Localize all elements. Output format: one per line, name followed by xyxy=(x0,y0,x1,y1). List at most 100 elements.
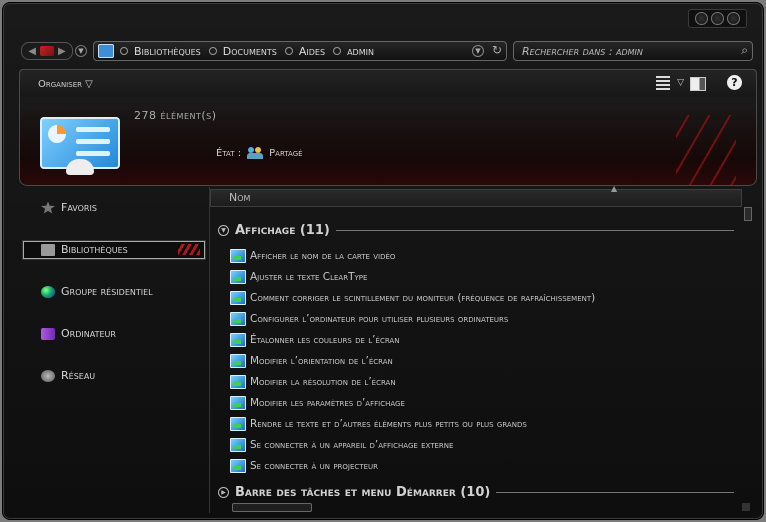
address-dropdown-icon[interactable]: ▼ xyxy=(472,45,484,57)
minimize-button[interactable] xyxy=(695,12,708,25)
breadcrumb-documents[interactable]: Documents xyxy=(208,45,277,58)
group-title[interactable]: Affichage (11) xyxy=(235,223,330,238)
group-divider xyxy=(335,230,734,231)
list-item-label[interactable]: Afficher le nom de la carte vidéo xyxy=(250,250,395,262)
list-item-label[interactable]: Se connecter à un appareil d’affichage e… xyxy=(250,439,453,451)
list-item[interactable]: Modifier les paramètres d’affichage xyxy=(230,396,405,410)
group-header-affichage[interactable]: ▼ Affichage (11) xyxy=(218,223,734,238)
list-item[interactable]: Afficher le nom de la carte vidéo xyxy=(230,249,395,263)
sidebar-item-favoris[interactable]: Favoris xyxy=(41,201,97,214)
computer-icon xyxy=(41,327,55,340)
list-item-label[interactable]: Comment corriger le scintillement du mon… xyxy=(250,292,595,304)
column-header-label[interactable]: Nom xyxy=(229,191,250,204)
scrollbar-thumb[interactable] xyxy=(744,207,752,221)
breadcrumb-separator-icon xyxy=(208,47,217,55)
list-item[interactable]: Ajuster le texte ClearType xyxy=(230,270,367,284)
search-box[interactable]: ⌕ xyxy=(513,41,753,61)
display-settings-icon xyxy=(230,396,246,410)
maximize-button[interactable] xyxy=(711,12,724,25)
display-settings-icon xyxy=(230,270,246,284)
group-title[interactable]: Barre des tâches et menu Démarrer (10) xyxy=(235,485,490,500)
display-settings-icon xyxy=(230,291,246,305)
list-item-label[interactable]: Ajuster le texte ClearType xyxy=(250,271,367,283)
list-item[interactable]: Étalonner les couleurs de l’écran xyxy=(230,333,399,347)
search-input[interactable] xyxy=(520,43,724,60)
chevron-down-icon[interactable]: ▽ xyxy=(85,79,93,90)
list-item-label[interactable]: Rendre le texte et d’autres éléments plu… xyxy=(250,418,527,430)
display-settings-icon xyxy=(230,354,246,368)
list-item[interactable]: Configurer l’ordinateur pour utiliser pl… xyxy=(230,312,508,326)
shared-users-icon xyxy=(247,147,264,159)
sidebar-item-label: Bibliothèques xyxy=(61,243,128,256)
list-item[interactable]: Se connecter à un appareil d’affichage e… xyxy=(230,438,453,452)
back-forward-buttons[interactable]: ◀ ▶ xyxy=(21,42,73,60)
sidebar-item-label: Groupe résidentiel xyxy=(61,285,153,298)
network-icon xyxy=(41,369,55,382)
list-item-label[interactable]: Modifier l’orientation de l’écran xyxy=(250,355,393,367)
recent-pages-dropdown-icon[interactable]: ▼ xyxy=(75,45,87,57)
breadcrumb-aides[interactable]: Aides xyxy=(284,45,325,58)
sort-caret-icon: ▲ xyxy=(611,184,618,193)
display-settings-icon xyxy=(230,417,246,431)
display-settings-icon xyxy=(230,459,246,473)
breadcrumb-label[interactable]: Bibliothèques xyxy=(134,45,201,58)
address-bar[interactable]: Bibliothèques Documents Aides admin ▼ ↻ xyxy=(93,41,507,61)
sharing-state: État : Partagé xyxy=(216,147,303,159)
display-settings-icon xyxy=(230,333,246,347)
expand-icon[interactable]: ▶ xyxy=(218,487,229,498)
control-panel-icon xyxy=(40,117,120,175)
display-settings-icon xyxy=(230,438,246,452)
breadcrumb-label[interactable]: Documents xyxy=(223,45,277,58)
list-item[interactable]: Comment corriger le scintillement du mon… xyxy=(230,291,595,305)
collapse-icon[interactable]: ▼ xyxy=(218,225,229,236)
breadcrumb-admin[interactable]: admin xyxy=(333,45,374,58)
library-header: 278 élément(s) État : Partagé xyxy=(19,97,757,186)
breadcrumb-label[interactable]: Aides xyxy=(299,45,325,58)
list-item-label[interactable]: Configurer l’ordinateur pour utiliser pl… xyxy=(250,313,508,325)
column-header-name[interactable]: Nom ▲ xyxy=(210,184,742,207)
homegroup-icon xyxy=(41,285,55,298)
breadcrumb-separator-icon xyxy=(284,47,293,55)
navigation-pane: Favoris Bibliothèques Groupe résidentiel… xyxy=(19,187,207,513)
view-dropdown-icon[interactable]: ▽ xyxy=(677,78,684,88)
list-item-label[interactable]: Modifier la résolution de l’écran xyxy=(250,376,396,388)
list-item[interactable]: Rendre le texte et d’autres éléments plu… xyxy=(230,417,527,431)
preview-pane-icon[interactable] xyxy=(690,77,706,91)
list-item-label[interactable]: Modifier les paramètres d’affichage xyxy=(250,397,405,409)
location-icon xyxy=(98,44,114,58)
organise-menu[interactable]: Organiser ▽ xyxy=(38,79,93,90)
sidebar-item-label: Réseau xyxy=(61,369,96,382)
view-details-icon[interactable] xyxy=(656,76,670,90)
refresh-icon[interactable]: ↻ xyxy=(492,43,502,57)
scrollbar-corner xyxy=(742,503,750,511)
sidebar-item-label: Ordinateur xyxy=(61,327,116,340)
vertical-scrollbar[interactable] xyxy=(744,207,752,507)
sidebar-item-reseau[interactable]: Réseau xyxy=(41,369,95,382)
group-divider xyxy=(496,492,734,493)
list-item-label[interactable]: Se connecter à un projecteur xyxy=(250,460,378,472)
organise-label[interactable]: Organiser xyxy=(38,79,82,90)
close-button[interactable] xyxy=(727,12,740,25)
sidebar-item-bibliotheques[interactable]: Bibliothèques xyxy=(41,243,128,256)
help-icon[interactable]: ? xyxy=(727,75,742,90)
display-settings-icon xyxy=(230,249,246,263)
library-icon xyxy=(41,243,55,256)
search-icon[interactable]: ⌕ xyxy=(741,43,748,58)
horizontal-scrollbar[interactable] xyxy=(232,503,312,512)
sidebar-item-ordinateur[interactable]: Ordinateur xyxy=(41,327,116,340)
group-header-barre-des-taches[interactable]: ▶ Barre des tâches et menu Démarrer (10) xyxy=(218,485,734,500)
list-item[interactable]: Se connecter à un projecteur xyxy=(230,459,378,473)
list-item-label[interactable]: Étalonner les couleurs de l’écran xyxy=(250,334,399,346)
list-item[interactable]: Modifier l’orientation de l’écran xyxy=(230,354,393,368)
list-item[interactable]: Modifier la résolution de l’écran xyxy=(230,375,396,389)
sidebar-item-groupe-residentiel[interactable]: Groupe résidentiel xyxy=(41,285,153,298)
breadcrumb-label[interactable]: admin xyxy=(347,45,374,58)
display-settings-icon xyxy=(230,312,246,326)
decorative-claw-marks xyxy=(676,115,736,185)
back-arrow-icon[interactable]: ◀ xyxy=(28,46,36,57)
forward-arrow-icon[interactable]: ▶ xyxy=(58,46,66,57)
breadcrumb-separator-icon xyxy=(333,47,342,55)
breadcrumb-separator-icon xyxy=(120,47,128,55)
file-list: Nom ▲ ▼ Affichage (11) Afficher le nom d… xyxy=(209,184,754,513)
breadcrumb-bibliotheques[interactable]: Bibliothèques xyxy=(120,45,201,58)
